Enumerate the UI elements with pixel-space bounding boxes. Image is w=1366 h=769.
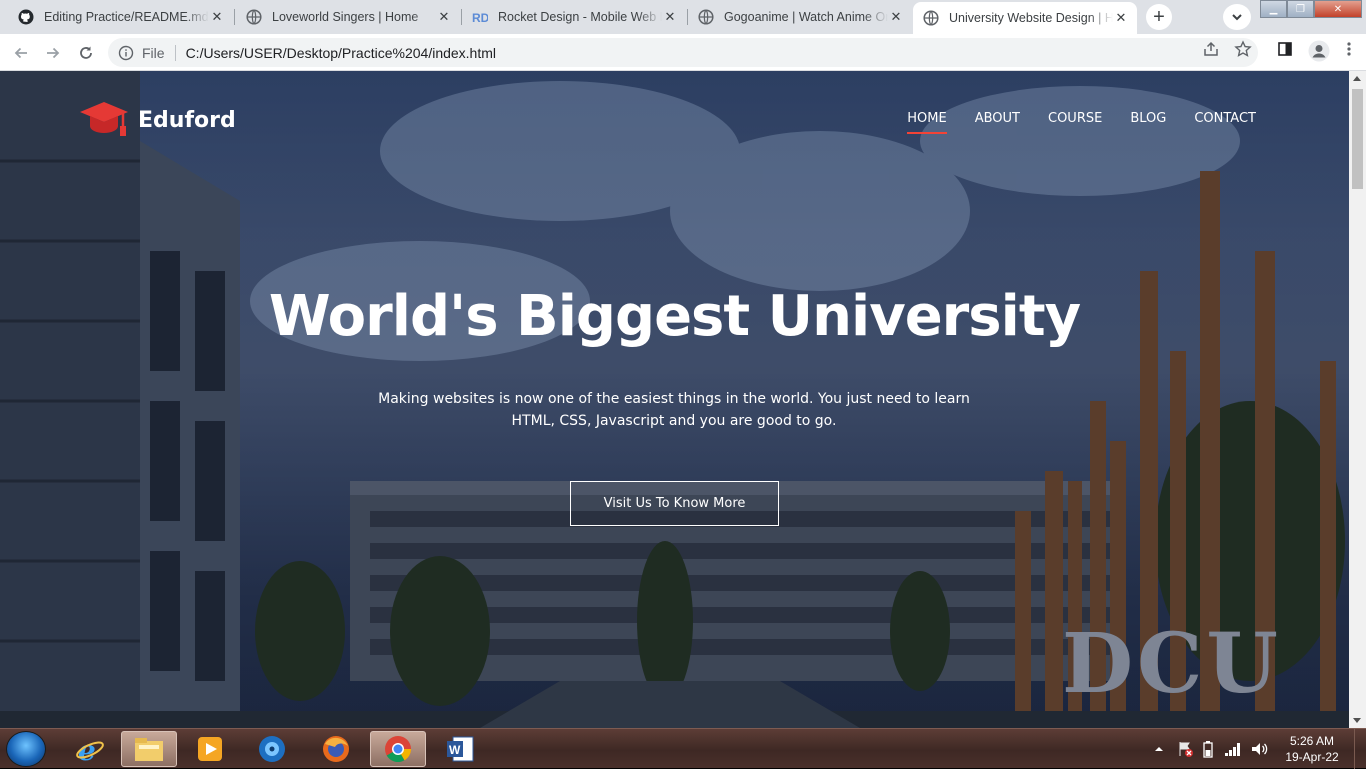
word-icon: W: [447, 736, 474, 762]
taskbar-chrome[interactable]: [370, 731, 426, 767]
address-bar[interactable]: File C:/Users/USER/Desktop/Practice%204/…: [108, 38, 1258, 67]
minimize-button[interactable]: ▁: [1260, 0, 1287, 18]
scroll-down-arrow-icon[interactable]: [1353, 718, 1361, 723]
system-clock[interactable]: 5:26 AM 19-Apr-22: [1276, 733, 1348, 765]
back-arrow-icon: [14, 47, 27, 59]
action-center-flag-icon[interactable]: [1176, 740, 1194, 758]
rd-icon: RD: [472, 11, 488, 25]
scheme-label: File: [142, 44, 165, 61]
tab-title: Loveworld Singers | Home: [272, 10, 419, 24]
tab-title: Editing Practice/README.md a: [44, 10, 209, 24]
github-icon: [18, 9, 34, 25]
graduation-cap-icon: [80, 102, 128, 136]
url-text[interactable]: C:/Users/USER/Desktop/Practice%204/index…: [186, 45, 496, 61]
maximize-button[interactable]: ❐: [1287, 0, 1314, 18]
taskbar-media-player[interactable]: [182, 731, 238, 767]
file-explorer-icon: [135, 738, 163, 761]
scroll-up-arrow-icon[interactable]: [1353, 76, 1361, 81]
site-logo[interactable]: Eduford: [80, 100, 236, 140]
nav-blog[interactable]: BLOG: [1130, 111, 1166, 134]
taskbar-internet-explorer[interactable]: e: [62, 731, 118, 767]
scrollbar-thumb[interactable]: [1352, 89, 1363, 189]
forward-button[interactable]: [40, 40, 66, 66]
site-nav: HOME ABOUT COURSE BLOG CONTACT: [907, 111, 1256, 134]
start-button[interactable]: [6, 731, 46, 767]
taskbar-word[interactable]: W: [432, 731, 488, 767]
forward-arrow-icon: [47, 47, 60, 59]
close-tab-icon[interactable]: ✕: [662, 9, 678, 25]
tab-title: University Website Design | Ho: [949, 11, 1113, 25]
omnibox-divider: [174, 44, 176, 61]
reload-icon: [80, 46, 92, 59]
bookmark-star-icon[interactable]: [1234, 40, 1252, 58]
close-tab-icon[interactable]: ✕: [888, 9, 904, 25]
close-tab-icon[interactable]: ✕: [436, 9, 452, 25]
info-icon[interactable]: [118, 45, 134, 61]
taskbar-media-center[interactable]: [244, 731, 300, 767]
tab-divider: [234, 9, 235, 25]
hero-subtitle-line-2: HTML, CSS, Javascript and you are good t…: [511, 413, 837, 429]
back-button[interactable]: [8, 40, 34, 66]
new-tab-button[interactable]: +: [1146, 4, 1172, 30]
nav-about[interactable]: ABOUT: [975, 111, 1020, 134]
campus-sign: DCU: [1062, 616, 1282, 712]
page-scrollbar[interactable]: [1349, 71, 1366, 728]
globe-icon: [698, 9, 714, 25]
clock-date: 19-Apr-22: [1285, 750, 1339, 764]
tab-university-website[interactable]: University Website Design | Ho ✕: [913, 2, 1137, 34]
close-tab-icon[interactable]: ✕: [1113, 10, 1129, 26]
network-signal-icon[interactable]: [1224, 741, 1242, 757]
tab-gogoanime[interactable]: Gogoanime | Watch Anime On ✕: [688, 0, 912, 34]
close-tab-icon[interactable]: ✕: [209, 9, 225, 25]
browser-tab-strip: Editing Practice/README.md a ✕ Loveworld…: [0, 0, 1366, 34]
nav-contact[interactable]: CONTACT: [1194, 111, 1256, 134]
chevron-down-icon: [1232, 14, 1242, 21]
hero-title: World's Biggest University: [268, 284, 1081, 349]
tab-editing-practice[interactable]: Editing Practice/README.md a ✕: [8, 0, 233, 34]
hero-subtitle-line-1: Making websites is now one of the easies…: [378, 391, 970, 407]
clock-time: 5:26 AM: [1289, 734, 1335, 748]
nav-home[interactable]: HOME: [907, 111, 947, 134]
close-window-button[interactable]: ✕: [1314, 0, 1362, 18]
taskbar-file-explorer[interactable]: [121, 731, 177, 767]
show-hidden-icons-icon[interactable]: [1152, 742, 1166, 756]
tab-title: Gogoanime | Watch Anime On: [724, 10, 888, 24]
taskbar-firefox[interactable]: [308, 731, 364, 767]
browser-toolbar: File C:/Users/USER/Desktop/Practice%204/…: [0, 34, 1366, 71]
internet-explorer-icon: e: [76, 734, 104, 764]
tab-search-button[interactable]: [1223, 4, 1251, 30]
media-center-icon: [259, 736, 285, 762]
brand-name: Eduford: [138, 107, 236, 133]
svg-text:W: W: [449, 743, 461, 757]
battery-icon[interactable]: [1202, 740, 1214, 758]
media-player-icon: [198, 737, 222, 761]
share-icon[interactable]: [1202, 40, 1220, 58]
chrome-icon: [385, 736, 412, 763]
tab-rocket-design[interactable]: RD Rocket Design - Mobile Web D ✕: [462, 0, 686, 34]
globe-icon: [923, 10, 939, 26]
menu-kebab-icon[interactable]: [1344, 40, 1354, 58]
side-panel-icon[interactable]: [1276, 40, 1294, 58]
tab-loveworld-singers[interactable]: Loveworld Singers | Home ✕: [236, 0, 460, 34]
nav-course[interactable]: COURSE: [1048, 111, 1102, 134]
show-desktop-button[interactable]: [1354, 729, 1366, 769]
windows-taskbar: e W 5:26 AM 19-Apr-22: [0, 728, 1366, 769]
profile-avatar-icon[interactable]: [1308, 40, 1330, 62]
reload-button[interactable]: [73, 40, 99, 66]
firefox-icon: [323, 736, 349, 762]
svg-text:RD: RD: [472, 11, 488, 25]
toolbar-actions: [1203, 40, 1354, 62]
window-controls: ▁ ❐ ✕: [1260, 0, 1364, 18]
hero-subtitle: Making websites is now one of the easies…: [374, 388, 974, 432]
visit-us-button[interactable]: Visit Us To Know More: [570, 481, 779, 526]
tab-title: Rocket Design - Mobile Web D: [498, 10, 662, 24]
system-tray: 5:26 AM 19-Apr-22: [1152, 729, 1366, 769]
volume-icon[interactable]: [1250, 740, 1268, 758]
globe-icon: [246, 9, 262, 25]
